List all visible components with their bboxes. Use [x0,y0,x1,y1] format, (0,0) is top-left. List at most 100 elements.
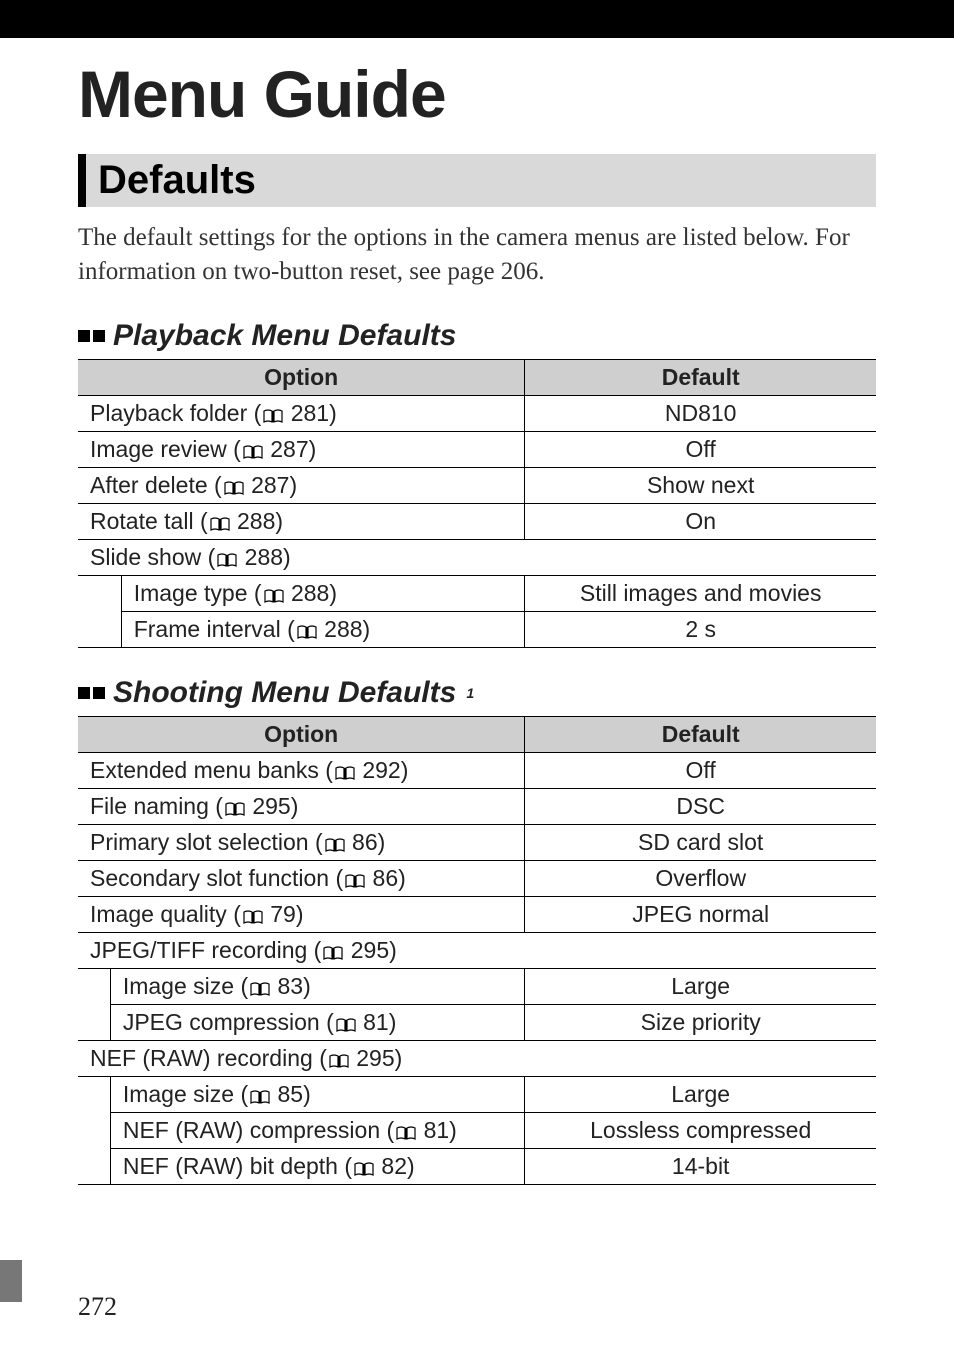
section-heading: Defaults [78,154,876,207]
default-cell: JPEG normal [525,896,876,932]
group-cell: Slide show ( 288) [78,539,876,575]
page-reference: ( 295) [319,1045,402,1071]
column-header-option: Option [78,359,525,395]
default-cell: Off [525,431,876,467]
page-ref-icon [396,1126,416,1140]
shooting-defaults-table: Option Default Extended menu banks ( 292… [78,716,876,1185]
playback-subheading: Playback Menu Defaults [78,319,876,353]
table-row: Primary slot selection ( 86)SD card slot [78,824,876,860]
table-row: Extended menu banks ( 292)Off [78,752,876,788]
bullet-squares-icon [78,330,105,342]
default-cell: Show next [525,467,876,503]
page-reference: ( 81) [387,1117,457,1143]
indent-cell [78,968,110,1004]
table-row: Image size ( 83)Large [78,968,876,1004]
page-ref-icon [225,802,245,816]
page-reference: ( 81) [326,1009,396,1035]
table-row: NEF (RAW) bit depth ( 82)14-bit [78,1148,876,1184]
default-cell: Size priority [525,1004,876,1040]
page-ref-icon [335,766,355,780]
page-ref-icon [297,625,317,639]
page-ref-icon [224,481,244,495]
table-header-row: Option Default [78,359,876,395]
option-cell: Primary slot selection ( 86) [78,824,525,860]
column-header-default: Default [525,359,876,395]
playback-defaults-table: Option Default Playback folder ( 281)ND8… [78,359,876,648]
page-ref-icon [217,553,237,567]
table-row: Slide show ( 288) [78,539,876,575]
intro-paragraph: The default settings for the options in … [78,221,876,289]
page-ref-icon [210,517,230,531]
table-row: JPEG compression ( 81)Size priority [78,1004,876,1040]
table-row: JPEG/TIFF recording ( 295) [78,932,876,968]
page-reference: ( 288) [287,616,370,642]
default-cell: ND810 [525,395,876,431]
side-grey-tab [0,1260,22,1302]
page-reference: ( 287) [214,472,297,498]
table-row: Image size ( 85)Large [78,1076,876,1112]
page-reference: ( 295) [215,793,298,819]
page-reference: ( 79) [233,901,303,927]
default-cell: 14-bit [525,1148,876,1184]
option-cell: Image review ( 287) [78,431,525,467]
option-cell: Secondary slot function ( 86) [78,860,525,896]
page-ref-icon [243,910,263,924]
indent-cell [78,575,121,611]
shooting-subheading-text: Shooting Menu Defaults [113,676,456,710]
footnote-marker: 1 [466,685,474,701]
table-row: Secondary slot function ( 86)Overflow [78,860,876,896]
page-reference: ( 295) [314,937,397,963]
indent-cell [78,611,121,647]
page-ref-icon [336,1018,356,1032]
column-header-default: Default [525,716,876,752]
page-reference: ( 288) [200,508,283,534]
page-title: Menu Guide [78,56,876,132]
bullet-squares-icon [78,687,105,699]
option-cell: Rotate tall ( 288) [78,503,525,539]
indent-cell [78,1004,110,1040]
default-cell: Large [525,968,876,1004]
sub-option-cell: Image size ( 85) [110,1076,525,1112]
default-cell: Lossless compressed [525,1112,876,1148]
sub-option-cell: JPEG compression ( 81) [110,1004,525,1040]
default-cell: Off [525,752,876,788]
top-black-bar [0,0,954,38]
default-cell: Large [525,1076,876,1112]
page-ref-icon [250,982,270,996]
page-ref-icon [354,1162,374,1176]
page-ref-icon [243,445,263,459]
default-cell: Overflow [525,860,876,896]
table-row: Image type ( 288)Still images and movies [78,575,876,611]
sub-option-cell: NEF (RAW) bit depth ( 82) [110,1148,525,1184]
option-cell: Playback folder ( 281) [78,395,525,431]
page-reference: ( 86) [335,865,405,891]
default-cell: On [525,503,876,539]
sub-option-cell: NEF (RAW) compression ( 81) [110,1112,525,1148]
page-ref-icon [329,1054,349,1068]
sub-option-cell: Image size ( 83) [110,968,525,1004]
shooting-subheading: Shooting Menu Defaults 1 [78,676,876,710]
default-cell: SD card slot [525,824,876,860]
table-row: Rotate tall ( 288)On [78,503,876,539]
table-row: Playback folder ( 281)ND810 [78,395,876,431]
page-reference: ( 82) [344,1153,414,1179]
option-cell: File naming ( 295) [78,788,525,824]
page-reference: ( 86) [315,829,385,855]
page-reference: ( 288) [208,544,291,570]
table-row: Frame interval ( 288)2 s [78,611,876,647]
page-reference: ( 287) [233,436,316,462]
option-cell: Extended menu banks ( 292) [78,752,525,788]
default-cell: 2 s [525,611,876,647]
default-cell: Still images and movies [525,575,876,611]
default-cell: DSC [525,788,876,824]
table-row: File naming ( 295)DSC [78,788,876,824]
indent-cell [78,1112,110,1148]
page-ref-icon [325,838,345,852]
table-row: NEF (RAW) compression ( 81)Lossless comp… [78,1112,876,1148]
page-ref-icon [345,874,365,888]
indent-cell [78,1148,110,1184]
sub-option-cell: Frame interval ( 288) [121,611,525,647]
option-cell: After delete ( 287) [78,467,525,503]
page-reference: ( 83) [240,973,310,999]
option-cell: Image quality ( 79) [78,896,525,932]
